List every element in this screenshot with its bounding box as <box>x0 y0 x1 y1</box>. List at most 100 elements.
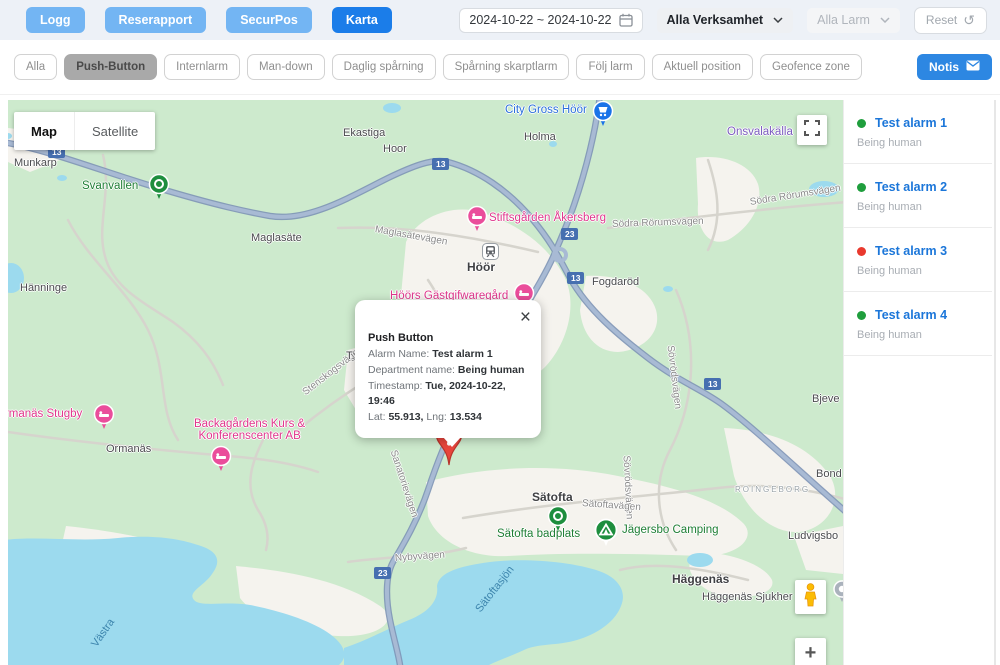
filter-pill-man-down[interactable]: Man-down <box>247 54 325 80</box>
map-label-bjeve: Bjeve <box>812 393 840 405</box>
map-label-s-tofta: Sätofta <box>532 490 573 504</box>
status-dot <box>857 183 866 192</box>
zoom-in-button[interactable]: + <box>795 638 826 665</box>
lodging-marker[interactable] <box>93 403 115 431</box>
chevron-down-icon <box>880 17 890 23</box>
map-viewport[interactable]: MunkarpEkastigaHoorHolmaMaglasäteHänning… <box>8 100 843 665</box>
map-label-munkarp: Munkarp <box>14 157 57 169</box>
sidebar-scrollbar[interactable] <box>994 100 996 665</box>
status-dot <box>857 247 866 256</box>
alarm-name: Test alarm 1 <box>875 116 947 130</box>
alarm-list-sidebar: Test alarm 1Being humanTest alarm 2Being… <box>843 100 1000 665</box>
alarm-department: Being human <box>857 201 982 213</box>
nav-button-karta[interactable]: Karta <box>332 7 392 33</box>
map-label-backag-rdens-kurs-konferenscenter-ab: Backagårdens Kurs & Konferenscenter AB <box>194 418 305 442</box>
alarm-card-test-alarm-4[interactable]: Test alarm 4 Being human <box>844 292 992 356</box>
status-dot <box>857 119 866 128</box>
plus-icon: + <box>805 642 817 665</box>
envelope-icon <box>966 60 980 74</box>
nav-button-reserapport[interactable]: Reserapport <box>105 7 207 33</box>
alarm-card-test-alarm-2[interactable]: Test alarm 2 Being human <box>844 164 992 228</box>
alarm-filter-select[interactable]: Alla Larm <box>807 8 900 33</box>
notis-button[interactable]: Notis <box>917 54 992 80</box>
filter-pill-sp-rning-skarptlarm[interactable]: Spårning skarptlarm <box>443 54 570 80</box>
date-range-value: 2024-10-22 ~ 2024-10-22 <box>469 13 611 27</box>
popup-fields: Alarm Name: Test alarm 1Department name:… <box>368 347 529 426</box>
reset-label: Reset <box>926 13 957 27</box>
filter-pill-daglig-sp-rning[interactable]: Daglig spårning <box>332 54 436 80</box>
filter-pill-f-lj-larm[interactable]: Följ larm <box>576 54 644 80</box>
map-label-hoor: Hoor <box>383 143 407 155</box>
map-label-bond: Bond <box>816 468 842 480</box>
popup-field: Lat: 55.913, Lng: 13.534 <box>368 410 529 426</box>
reset-button[interactable]: Reset ↺ <box>914 7 987 34</box>
road-badge-23: 23 <box>374 567 391 579</box>
map-label-orman-s-stugby: Ormanäs Stugby <box>8 408 82 420</box>
chevron-down-icon <box>773 17 783 23</box>
park-marker[interactable] <box>148 173 170 201</box>
alarm-card-test-alarm-1[interactable]: Test alarm 1Being human <box>844 100 992 164</box>
alarm-name: Test alarm 4 <box>875 308 947 322</box>
cart-marker[interactable] <box>592 100 614 128</box>
map-label-h-nninge: Hänninge <box>20 282 67 294</box>
map-label-h-ggen-s: Häggenäs <box>672 572 729 586</box>
alarm-filter-value: Alla Larm <box>817 13 870 27</box>
filter-pill-aktuell-position[interactable]: Aktuell position <box>652 54 753 80</box>
business-filter-select[interactable]: Alla Verksamhet <box>657 8 794 33</box>
popup-title: Push Button <box>368 332 529 344</box>
station-marker[interactable] <box>482 243 499 260</box>
map-label-ekastiga: Ekastiga <box>343 127 385 139</box>
fullscreen-button[interactable] <box>797 115 827 145</box>
road-badge-13: 13 <box>432 158 449 170</box>
popup-field: Timestamp: Tue, 2024-10-22, 19:46 <box>368 379 529 411</box>
main-nav: Logg Reserapport SecurPos Karta <box>26 7 392 33</box>
alarm-type-filterbar: Alla Push-Button Internlarm Man-down Daglig … <box>0 40 1000 95</box>
business-filter-value: Alla Verksamhet <box>667 13 764 27</box>
popup-tail <box>443 437 461 447</box>
map-label-orman-s: Ormanäs <box>106 443 151 455</box>
alarm-card-test-alarm-3[interactable]: Test alarm 3Being human <box>844 228 992 292</box>
alarm-card-row: Test alarm 2 <box>857 180 982 194</box>
lodging-marker[interactable] <box>466 205 488 233</box>
cut-marker[interactable] <box>833 580 843 604</box>
map-type-toggle: Map Satellite <box>14 112 155 150</box>
map-label-city-gross-h-r: City Gross Höör <box>505 104 587 116</box>
filter-pill-geofence-zone[interactable]: Geofence zone <box>760 54 862 80</box>
top-header: Logg Reserapport SecurPos Karta 2024-10-22 … <box>0 0 1000 40</box>
lodging-marker[interactable] <box>210 445 232 473</box>
park-marker[interactable] <box>547 505 569 533</box>
filter-pill-alla[interactable]: Alla <box>14 54 57 80</box>
filter-pill-push-button[interactable]: Push-Button <box>64 54 157 80</box>
map-view-button[interactable]: Map <box>14 112 74 150</box>
pegman-icon <box>803 583 818 612</box>
satellite-view-button[interactable]: Satellite <box>74 112 155 150</box>
map-label-holma: Holma <box>524 131 556 143</box>
map-label-stiftsg-rden-kersberg: Stiftsgården Åkersberg <box>489 212 606 224</box>
alarm-card-row: Test alarm 3 <box>857 244 982 258</box>
date-range-picker[interactable]: 2024-10-22 ~ 2024-10-22 <box>459 8 642 33</box>
alarm-name: Test alarm 3 <box>875 244 947 258</box>
map-label-onsvalak-lla: Onsvalakälla <box>727 126 793 138</box>
alarm-name: Test alarm 2 <box>875 180 947 194</box>
pegman-button[interactable] <box>795 580 826 614</box>
status-dot <box>857 311 866 320</box>
map-label-h-r: Höör <box>467 260 495 274</box>
camping-marker[interactable] <box>594 518 618 548</box>
nav-button-securpos[interactable]: SecurPos <box>226 7 312 33</box>
road-badge-23: 23 <box>561 228 578 240</box>
header-controls: 2024-10-22 ~ 2024-10-22 Alla Verksamhet … <box>459 0 987 40</box>
alarm-card-row: Test alarm 1 <box>857 116 982 130</box>
map-label-svanvallen: Svanvallen <box>82 180 138 192</box>
road-badge-13: 13 <box>567 272 584 284</box>
filter-pill-internlarm[interactable]: Internlarm <box>164 54 240 80</box>
road-badge-13: 13 <box>704 378 721 390</box>
map-label-fogdar-d: Fogdaröd <box>592 276 639 288</box>
alarm-cards: Test alarm 1Being humanTest alarm 2Being… <box>844 100 1000 356</box>
alarm-department: Being human <box>857 329 982 341</box>
nav-button-logg[interactable]: Logg <box>26 7 85 33</box>
map-label-ludvigsbo: Ludvigsbo <box>788 530 838 542</box>
close-icon[interactable]: × <box>520 308 531 327</box>
map-label-t: T. <box>346 350 355 362</box>
karta-page: Logg Reserapport SecurPos Karta 2024-10-22 … <box>0 0 1000 665</box>
notis-label: Notis <box>929 60 959 74</box>
